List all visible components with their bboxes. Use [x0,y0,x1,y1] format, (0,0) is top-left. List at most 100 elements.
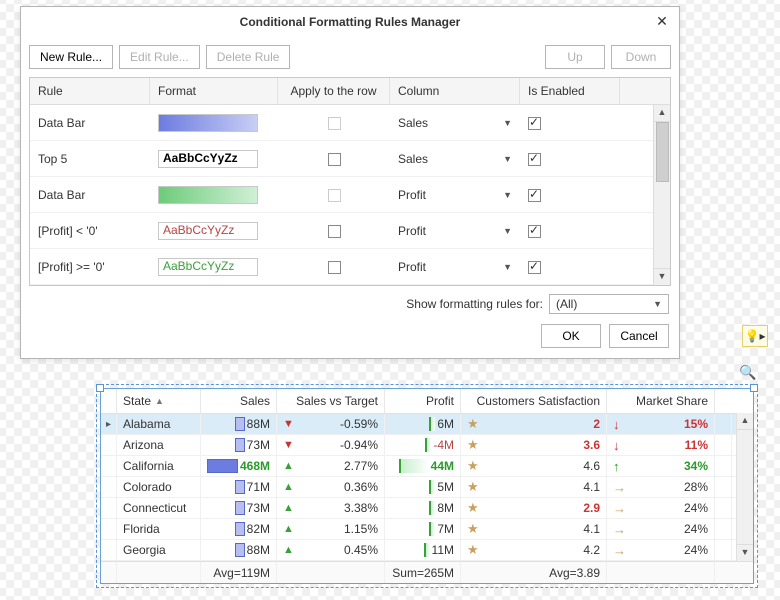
hint-icon[interactable]: 💡▸ [742,325,768,347]
col-header-ms[interactable]: Market Share [607,389,715,413]
chevron-down-icon: ▼ [503,262,512,272]
ok-button[interactable]: OK [541,324,601,348]
cell-state: Alabama [117,414,201,434]
arrow-right-icon: → [613,543,626,558]
rule-row[interactable]: Data BarSales▼ [30,105,670,141]
cell-ms: →24% [607,519,715,539]
column-select[interactable]: Sales▼ [390,148,520,170]
scroll-down-icon[interactable]: ▼ [654,268,670,285]
cell-sales: 71M [201,477,277,497]
cell-ms: ↓15% [607,414,715,434]
column-select[interactable]: Profit▼ [390,220,520,242]
cell-ms: →28% [607,477,715,497]
databar-icon [425,438,431,452]
databar-icon [235,438,245,452]
trend-up-icon: ▲ [283,523,294,535]
col-header-apply[interactable]: Apply to the row [278,78,390,104]
rule-row[interactable]: Data BarProfit▼ [30,177,670,213]
scroll-up-icon[interactable]: ▲ [737,413,753,430]
cell-profit: 6M [385,414,461,434]
enabled-checkbox[interactable] [528,117,541,130]
move-up-button[interactable]: Up [545,45,605,69]
scroll-down-icon[interactable]: ▼ [737,544,753,561]
cell-svt: ▲2.77% [277,456,385,476]
apply-row-checkbox[interactable] [328,153,341,166]
databar-icon [424,543,430,557]
table-row[interactable]: Georgia88M▲0.45%11M★4.2→24% [101,540,753,561]
enabled-checkbox[interactable] [528,261,541,274]
grid-scrollbar[interactable]: ▲ ▼ [736,413,753,561]
apply-row-checkbox[interactable] [328,189,341,202]
filter-select[interactable]: (All) ▼ [549,294,669,314]
col-header-rule[interactable]: Rule [30,78,150,104]
col-header-sales[interactable]: Sales [201,389,277,413]
enabled-checkbox[interactable] [528,189,541,202]
close-icon[interactable]: ✕ [653,13,671,31]
arrow-right-icon: → [613,522,626,537]
star-icon: ★ [467,458,479,474]
column-select[interactable]: Profit▼ [390,256,520,278]
chevron-down-icon: ▼ [503,226,512,236]
format-preview-bar [158,114,258,132]
star-icon: ★ [467,500,479,516]
cell-cs: ★4.1 [461,519,607,539]
scroll-up-icon[interactable]: ▲ [654,105,670,122]
col-header-cs[interactable]: Customers Satisfaction [461,389,607,413]
cell-svt: ▼-0.94% [277,435,385,455]
cell-svt: ▲0.45% [277,540,385,560]
rules-scrollbar[interactable]: ▲ ▼ [653,105,670,285]
apply-row-checkbox[interactable] [328,117,341,130]
table-row[interactable]: California468M▲2.77%44M★4.6↑34% [101,456,753,477]
dialog-header: Conditional Formatting Rules Manager ✕ [21,7,679,37]
apply-row-checkbox[interactable] [328,261,341,274]
arrow-right-icon: → [613,480,626,495]
rule-name: [Profit] >= '0' [30,256,150,278]
cell-sales: 88M [201,540,277,560]
apply-row-checkbox[interactable] [328,225,341,238]
table-row[interactable]: Colorado71M▲0.36%5M★4.1→28% [101,477,753,498]
col-header-enabled[interactable]: Is Enabled [520,78,620,104]
table-row[interactable]: ▸Alabama88M▼-0.59%6M★2↓15% [101,414,753,435]
dialog-buttons: OK Cancel [21,318,679,358]
databar-icon [429,522,435,536]
trend-up-icon: ▲ [283,481,294,493]
table-row[interactable]: Arizona73M▼-0.94%-4M★3.6↓11% [101,435,753,456]
scroll-thumb[interactable] [656,122,669,182]
format-preview-bar [158,186,258,204]
table-row[interactable]: Florida82M▲1.15%7M★4.1→24% [101,519,753,540]
column-select[interactable]: Sales▼ [390,112,520,134]
rule-row[interactable]: [Profit] >= '0'AaBbCcYyZzProfit▼ [30,249,670,285]
cell-sales: 88M [201,414,277,434]
col-header-state[interactable]: State▲ [117,389,201,413]
col-header-svt[interactable]: Sales vs Target [277,389,385,413]
move-down-button[interactable]: Down [611,45,671,69]
col-header-format[interactable]: Format [150,78,278,104]
column-select[interactable]: Profit▼ [390,184,520,206]
col-header-column[interactable]: Column [390,78,520,104]
cell-profit: 5M [385,477,461,497]
trend-up-icon: ▲ [283,544,294,556]
col-header-profit[interactable]: Profit [385,389,461,413]
enabled-checkbox[interactable] [528,153,541,166]
cell-profit: -4M [385,435,461,455]
databar-icon [235,543,245,557]
cancel-button[interactable]: Cancel [609,324,669,348]
delete-rule-button[interactable]: Delete Rule [206,45,291,69]
databar-icon [235,417,245,431]
search-icon[interactable]: 🔍 [736,360,760,384]
rule-row[interactable]: [Profit] < '0'AaBbCcYyZzProfit▼ [30,213,670,249]
star-icon: ★ [467,479,479,495]
edit-rule-button[interactable]: Edit Rule... [119,45,200,69]
cell-sales: 73M [201,435,277,455]
rules-table: Rule Format Apply to the row Column Is E… [29,77,671,286]
databar-icon [429,501,435,515]
format-preview-text: AaBbCcYyZz [158,150,258,168]
chevron-down-icon: ▼ [503,118,512,128]
enabled-checkbox[interactable] [528,225,541,238]
rule-row[interactable]: Top 5AaBbCcYyZzSales▼ [30,141,670,177]
dialog-title: Conditional Formatting Rules Manager [240,15,461,29]
footer-sales: Avg=119M [201,562,277,583]
table-row[interactable]: Connecticut73M▲3.38%8M★2.9→24% [101,498,753,519]
databar-icon [235,501,245,515]
new-rule-button[interactable]: New Rule... [29,45,113,69]
